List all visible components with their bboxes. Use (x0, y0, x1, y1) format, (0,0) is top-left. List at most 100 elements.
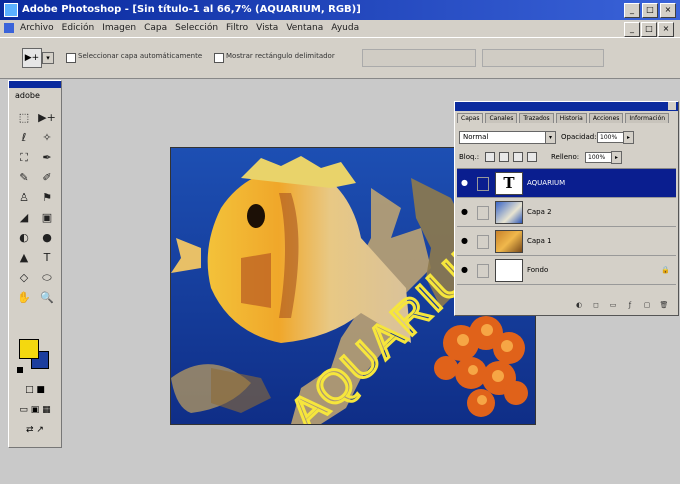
screen-mode-buttons[interactable]: ▭ ▣ ▦ (16, 403, 54, 417)
lock-icon: 🔒 (661, 266, 670, 274)
menu-vista[interactable]: Vista (256, 23, 278, 33)
jump-to-imageready-button[interactable]: ⇄ ↗ (16, 423, 54, 437)
trash-icon[interactable]: 🗑 (658, 300, 670, 310)
pencil-tool-icon[interactable]: ✐ (37, 169, 57, 187)
close-button[interactable]: × (660, 3, 676, 18)
type-tool-icon[interactable]: T (37, 249, 57, 267)
layer-row-aquarium[interactable]: ● T AQUARIUM (457, 169, 676, 198)
toolbox-titlebar[interactable] (9, 81, 61, 88)
layer-row-capa-1[interactable]: ● Capa 1 (457, 227, 676, 256)
adobe-logo[interactable]: adobe (15, 91, 55, 105)
brush-link-icon[interactable] (477, 264, 489, 278)
chevron-right-icon[interactable]: ▸ (611, 151, 622, 164)
palette-close-icon[interactable] (668, 102, 676, 110)
chevron-down-icon[interactable]: ▾ (545, 131, 556, 144)
marquee-tool-icon[interactable]: ⬚ (14, 109, 34, 127)
eye-icon[interactable]: ● (461, 207, 473, 217)
magic-wand-icon[interactable]: ✧ (37, 129, 57, 147)
lock-position-checkbox[interactable] (513, 152, 523, 162)
move-tool-icon[interactable]: ▶+ (37, 109, 57, 127)
text-layer-thumbnail: T (495, 172, 523, 195)
layer-name: Capa 2 (527, 208, 552, 216)
dodge-tool-icon[interactable]: ◐ (14, 229, 34, 247)
mask-mode-buttons[interactable]: □ ■ (16, 383, 54, 397)
document-icon (4, 23, 14, 33)
opacity-label: Opacidad: (561, 133, 597, 141)
slice-tool-icon[interactable]: ✒ (37, 149, 57, 167)
opacity-input[interactable]: 100% (597, 132, 625, 143)
layer-name: AQUARIUM (527, 179, 566, 187)
path-select-icon[interactable]: ▲ (14, 249, 34, 267)
layer-mask-icon[interactable]: ◻ (590, 300, 602, 310)
brush-link-icon[interactable] (477, 177, 489, 191)
layer-thumbnail (495, 230, 523, 253)
adjustment-layer-icon[interactable]: ƒ (624, 300, 636, 310)
brush-link-icon[interactable] (477, 206, 489, 220)
lock-all-checkbox[interactable] (527, 152, 537, 162)
blend-mode-select[interactable]: Normal (459, 131, 548, 144)
new-layer-icon[interactable]: ▢ (641, 300, 653, 310)
eye-icon[interactable]: ● (461, 265, 473, 275)
layer-style-icon[interactable]: ◐ (573, 300, 585, 310)
pen-tool-icon[interactable]: ◇ (14, 269, 34, 287)
align-buttons-group[interactable] (362, 49, 476, 67)
photoshop-app-icon (4, 3, 18, 17)
doc-minimize-button[interactable]: _ (624, 22, 640, 37)
auto-select-layer-checkbox[interactable] (66, 53, 76, 63)
chevron-right-icon[interactable]: ▸ (623, 131, 634, 144)
layers-palette-titlebar[interactable] (455, 102, 678, 111)
lock-transparency-checkbox[interactable] (485, 152, 495, 162)
clone-stamp-icon[interactable]: ♙ (14, 189, 34, 207)
show-bounding-box-checkbox[interactable] (214, 53, 224, 63)
tab-historia[interactable]: Historia (555, 113, 587, 123)
layer-name: Fondo (527, 266, 549, 274)
gradient-tool-icon[interactable]: ▣ (37, 209, 57, 227)
maximize-button[interactable]: □ (642, 3, 658, 18)
history-brush-icon[interactable]: ⚑ (37, 189, 57, 207)
menu-imagen[interactable]: Imagen (102, 23, 136, 33)
default-colors-icon[interactable] (17, 367, 23, 373)
menu-seleccion[interactable]: Selección (175, 23, 218, 33)
doc-close-button[interactable]: × (658, 22, 674, 37)
menu-ventana[interactable]: Ventana (286, 23, 323, 33)
tab-capas[interactable]: Capas (457, 113, 484, 123)
layer-thumbnail (495, 259, 523, 282)
menu-ayuda[interactable]: Ayuda (331, 23, 359, 33)
eye-icon[interactable]: ● (461, 236, 473, 246)
minimize-button[interactable]: _ (624, 3, 640, 18)
menu-capa[interactable]: Capa (144, 23, 167, 33)
tool-preset-picker[interactable]: ▶+ (22, 48, 42, 68)
layer-row-capa-2[interactable]: ● Capa 2 (457, 198, 676, 227)
doc-maximize-button[interactable]: □ (641, 22, 657, 37)
new-set-icon[interactable]: ▭ (607, 300, 619, 310)
zoom-tool-icon[interactable]: 🔍 (37, 289, 57, 307)
window-title: Adobe Photoshop - [Sin título-1 al 66,7%… (22, 4, 361, 15)
crop-tool-icon[interactable]: ⛶ (14, 149, 34, 167)
eraser-tool-icon[interactable]: ◢ (14, 209, 34, 227)
menu-edicion[interactable]: Edición (62, 23, 95, 33)
distribute-buttons-group[interactable] (482, 49, 604, 67)
layer-row-fondo[interactable]: ● Fondo 🔒 (457, 256, 676, 285)
hand-tool-icon[interactable]: ✋ (14, 289, 34, 307)
shape-tool-icon[interactable]: ⬭ (37, 269, 57, 287)
layer-thumbnail (495, 201, 523, 224)
tab-acciones[interactable]: Acciones (588, 113, 624, 123)
show-bounding-box-label: Mostrar rectángulo delimitador (226, 52, 335, 60)
blur-tool-icon[interactable]: ● (37, 229, 57, 247)
lock-image-checkbox[interactable] (499, 152, 509, 162)
options-bar: ▶+ ▾ Seleccionar capa automáticamente Mo… (0, 37, 680, 79)
brush-tool-icon[interactable]: ✎ (14, 169, 34, 187)
tab-canales[interactable]: Canales (485, 113, 518, 123)
fill-input[interactable]: 100% (585, 152, 613, 163)
lasso-tool-icon[interactable]: ℓ (14, 129, 34, 147)
foreground-color-swatch[interactable] (19, 339, 39, 359)
tab-trazados[interactable]: Trazados (519, 113, 554, 123)
chevron-down-icon[interactable]: ▾ (42, 52, 54, 64)
layer-list: ● T AQUARIUM ● Capa 2 ● Capa 1 ● Fondo 🔒 (457, 168, 676, 289)
brush-link-icon[interactable] (477, 235, 489, 249)
eye-icon[interactable]: ● (461, 178, 473, 188)
menu-filtro[interactable]: Filtro (226, 23, 248, 33)
menu-archivo[interactable]: Archivo (20, 23, 54, 33)
tab-informacion[interactable]: Información (625, 113, 670, 123)
auto-select-layer-label: Seleccionar capa automáticamente (78, 52, 203, 60)
